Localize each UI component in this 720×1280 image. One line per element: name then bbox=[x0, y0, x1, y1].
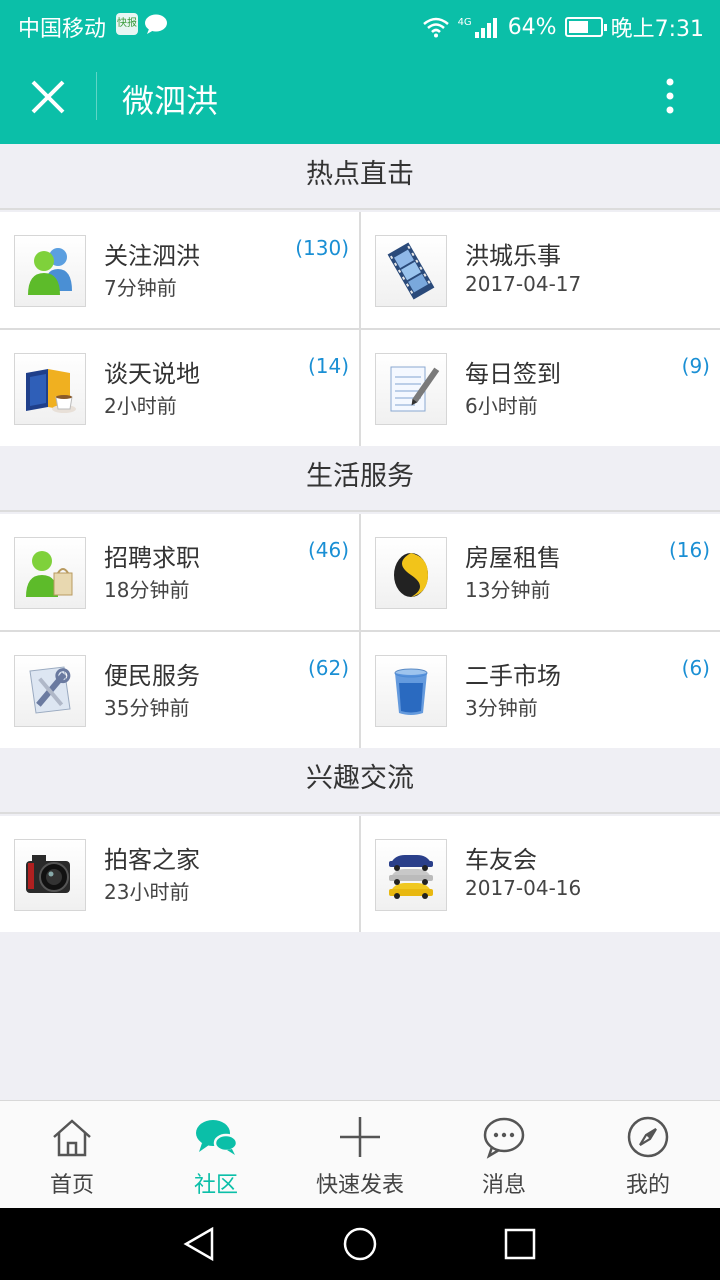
forum-name: 洪城乐事 bbox=[465, 242, 561, 270]
tab-community[interactable]: 社区 bbox=[144, 1101, 288, 1209]
message-icon bbox=[483, 1117, 525, 1159]
camera-icon bbox=[14, 839, 86, 911]
battery-percent: 64% bbox=[507, 14, 557, 40]
bin-icon bbox=[375, 655, 447, 727]
forum-time: 18分钟前 bbox=[104, 578, 190, 602]
forum-name: 谈天说地 bbox=[104, 360, 200, 388]
forum-time: 3分钟前 bbox=[465, 696, 538, 720]
section-grid-life: 招聘求职 18分钟前 (46) 房屋租售 13分钟前 (16) 便民服务 35分… bbox=[0, 514, 720, 748]
yin-yang-icon bbox=[375, 537, 447, 609]
section-grid-interest: 拍客之家 23小时前 车友会 2017-04-16 bbox=[0, 816, 720, 932]
title-bar: 微泗洪 bbox=[0, 50, 720, 144]
close-icon[interactable] bbox=[24, 76, 72, 120]
tab-label: 首页 bbox=[49, 1173, 94, 1198]
forum-count: (130) bbox=[295, 236, 349, 260]
forum-item[interactable]: 每日签到 6小时前 (9) bbox=[361, 330, 720, 446]
home-icon bbox=[53, 1119, 91, 1157]
book-coffee-icon bbox=[14, 353, 86, 425]
cars-icon bbox=[375, 839, 447, 911]
network-label: 4G bbox=[457, 16, 472, 28]
chat-notification-icon bbox=[145, 14, 167, 34]
forum-name: 二手市场 bbox=[465, 662, 561, 690]
bottom-tab-bar: 首页 社区 快速发表 消息 我的 bbox=[0, 1100, 720, 1208]
forum-time: 13分钟前 bbox=[465, 578, 551, 602]
notepad-icon bbox=[375, 353, 447, 425]
signal-icon bbox=[474, 18, 497, 38]
forum-count: (62) bbox=[307, 656, 349, 680]
battery-icon bbox=[564, 17, 607, 37]
forum-count: (6) bbox=[681, 656, 710, 680]
forum-name: 车友会 bbox=[465, 846, 537, 874]
section-grid-hot: 关注泗洪 7分钟前 (130) 洪城乐事 2017-04-17 谈天说地 2小时… bbox=[0, 212, 720, 446]
forum-item[interactable]: 谈天说地 2小时前 (14) bbox=[0, 330, 359, 446]
forum-count: (16) bbox=[668, 538, 710, 562]
user-bag-icon bbox=[14, 537, 86, 609]
wifi-icon bbox=[422, 17, 449, 38]
forum-time: 2小时前 bbox=[104, 394, 177, 418]
compass-icon bbox=[627, 1116, 669, 1158]
forum-name: 便民服务 bbox=[104, 662, 200, 690]
tab-mine[interactable]: 我的 bbox=[576, 1101, 720, 1209]
forum-count: (46) bbox=[307, 538, 349, 562]
forum-count: (14) bbox=[307, 354, 349, 378]
system-nav-bar bbox=[0, 1208, 720, 1280]
title-divider bbox=[96, 72, 97, 120]
forum-item[interactable]: 便民服务 35分钟前 (62) bbox=[0, 632, 359, 748]
forum-name: 关注泗洪 bbox=[104, 242, 200, 270]
home-button-icon[interactable] bbox=[340, 1224, 380, 1264]
tab-label: 快速发表 bbox=[315, 1173, 404, 1198]
forum-item[interactable]: 二手市场 3分钟前 (6) bbox=[361, 632, 720, 748]
page-title: 微泗洪 bbox=[122, 82, 219, 120]
status-bar: 中国移动 快报 4G 64% 晚上7:31 bbox=[0, 0, 720, 50]
forum-time: 35分钟前 bbox=[104, 696, 190, 720]
forum-count: (9) bbox=[681, 354, 710, 378]
chat-bubbles-icon bbox=[196, 1120, 238, 1155]
clock: 晚上7:31 bbox=[610, 17, 704, 42]
forum-item[interactable]: 拍客之家 23小时前 bbox=[0, 816, 359, 932]
forum-name: 招聘求职 bbox=[104, 544, 200, 572]
back-icon[interactable] bbox=[180, 1224, 220, 1264]
tab-messages[interactable]: 消息 bbox=[432, 1101, 576, 1209]
forum-name: 每日签到 bbox=[465, 360, 561, 388]
forum-time: 23小时前 bbox=[104, 880, 190, 904]
forum-time: 7分钟前 bbox=[104, 276, 177, 300]
tab-quick-post[interactable]: 快速发表 bbox=[288, 1101, 432, 1209]
forum-time: 6小时前 bbox=[465, 394, 538, 418]
users-icon bbox=[14, 235, 86, 307]
tab-label: 消息 bbox=[481, 1173, 526, 1198]
forum-item[interactable]: 招聘求职 18分钟前 (46) bbox=[0, 514, 359, 630]
forum-time: 2017-04-17 bbox=[465, 272, 582, 296]
section-header-hot: 热点直击 bbox=[0, 144, 720, 210]
forum-item[interactable]: 车友会 2017-04-16 bbox=[361, 816, 720, 932]
forum-time: 2017-04-16 bbox=[465, 876, 582, 900]
forum-name: 拍客之家 bbox=[104, 846, 200, 874]
tab-home[interactable]: 首页 bbox=[0, 1101, 144, 1209]
section-header-interest: 兴趣交流 bbox=[0, 748, 720, 814]
tools-icon bbox=[14, 655, 86, 727]
recents-icon[interactable] bbox=[500, 1224, 540, 1264]
forum-item[interactable]: 洪城乐事 2017-04-17 bbox=[361, 212, 720, 328]
carrier-label: 中国移动 bbox=[18, 17, 107, 42]
forum-item[interactable]: 房屋租售 13分钟前 (16) bbox=[361, 514, 720, 630]
section-header-life: 生活服务 bbox=[0, 446, 720, 512]
tab-label: 社区 bbox=[193, 1173, 238, 1198]
plus-icon bbox=[340, 1117, 380, 1157]
forum-name: 房屋租售 bbox=[465, 544, 561, 572]
more-vertical-icon[interactable] bbox=[646, 76, 694, 120]
tab-label: 我的 bbox=[625, 1173, 670, 1198]
forum-item[interactable]: 关注泗洪 7分钟前 (130) bbox=[0, 212, 359, 328]
app-badge-icon: 快报 bbox=[116, 13, 138, 35]
film-icon bbox=[375, 235, 447, 307]
